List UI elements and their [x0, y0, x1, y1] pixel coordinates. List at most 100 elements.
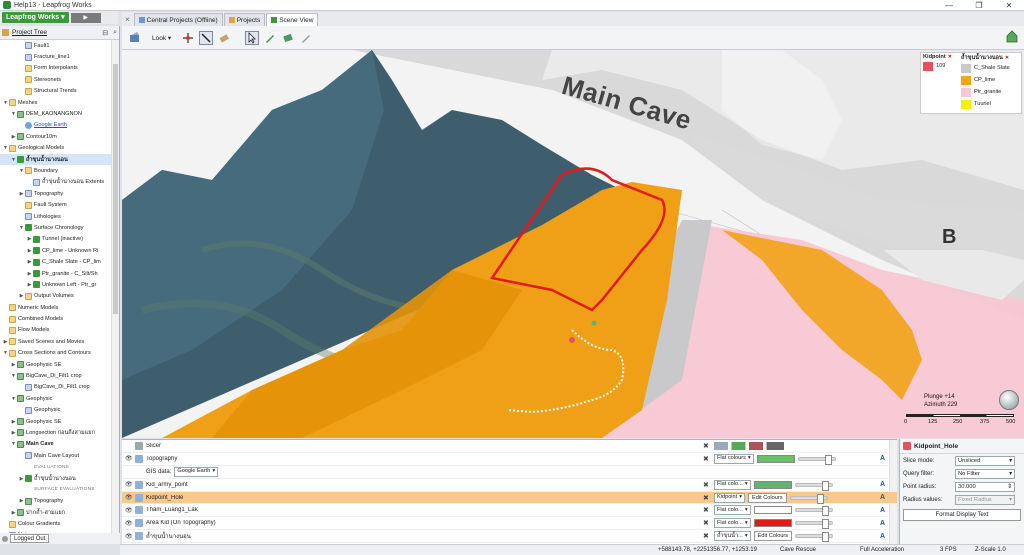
erase-pencil-icon[interactable] — [299, 31, 313, 45]
chevron-down-icon[interactable]: ▼ — [18, 168, 25, 174]
chevron-right-icon[interactable]: ▶ — [26, 282, 33, 288]
edit-colours-button[interactable]: Edit Colours — [753, 531, 793, 542]
tree-row[interactable]: ▼ ถ้ำขุนน้ำนางนอน — [0, 153, 112, 166]
tree-row[interactable]: ▶ Ptr_granite - C_Silt/Sh — [0, 268, 112, 279]
tree-row[interactable]: ▶ Saved Scenes and Movies — [0, 336, 112, 347]
tree-row[interactable]: ▶ Unknown Left - Ptr_gr — [0, 279, 112, 290]
maximize-button[interactable]: ❐ — [964, 0, 994, 11]
search-icon[interactable]: ⌕ — [113, 29, 119, 37]
tab-close-all-icon[interactable]: × — [122, 15, 133, 24]
tree-row[interactable]: Flow Models — [0, 325, 112, 336]
chevron-right-icon[interactable]: ▶ — [18, 476, 25, 482]
colour-mode-select[interactable]: Flat colo... ▾ — [714, 518, 751, 529]
layer-row[interactable]: Slicer ✖ — [122, 440, 897, 453]
tree-row[interactable]: ▼ BigCave_Di_Filt1 crop — [0, 370, 112, 381]
tree-scrollbar[interactable] — [111, 40, 119, 533]
tree-row[interactable]: ▼ Cross Sections and Contours — [0, 348, 112, 359]
tree-row[interactable]: ▶ Output Volumes — [0, 291, 112, 302]
acceleration-readout[interactable]: Full Acceleration — [860, 547, 904, 553]
label-text-icon[interactable]: A — [880, 481, 885, 488]
axis-icon[interactable] — [181, 31, 195, 45]
bookmark-view-icon[interactable] — [128, 31, 142, 45]
tree-row[interactable]: Numeric Models — [0, 302, 112, 313]
chevron-right-icon[interactable]: ▶ — [10, 134, 17, 140]
edit-colours-button[interactable]: Edit Colours — [748, 492, 787, 503]
radius-values-select[interactable]: Fixed Radius ▾ — [955, 494, 1015, 505]
paint-icon[interactable] — [281, 31, 295, 45]
remove-layer-icon[interactable]: ✖ — [703, 519, 709, 527]
tree-row[interactable]: Google Earth — [0, 120, 112, 131]
select-pointer-icon[interactable] — [245, 30, 260, 45]
tree-row[interactable]: ▶ CP_lime - Unknown Ri — [0, 245, 112, 256]
colour-mode-select[interactable]: ถ้ำขุนน้ำ... ▾ — [714, 531, 751, 542]
tree-row[interactable]: BigCave_Di_Filt1 crop — [0, 382, 112, 393]
chevron-down-icon[interactable]: ▼ — [10, 373, 17, 379]
layer-row[interactable]: 👁 Kidpoint_Hole ✖ Kidpoint ▾ Edit Colours A — [122, 491, 897, 505]
tree-row[interactable]: Structural Trends — [0, 86, 112, 97]
tree-row[interactable]: ▶ C_Shale Slate - CP_lim — [0, 256, 112, 267]
chevron-down-icon[interactable]: ▼ — [10, 157, 17, 163]
chevron-right-icon[interactable]: ▶ — [10, 362, 17, 368]
remove-layer-icon[interactable]: ✖ — [703, 532, 709, 540]
project-tree[interactable]: Fault1 Fracture_line1 Form Interpolants Ste… — [0, 40, 112, 533]
label-text-icon[interactable]: A — [880, 494, 885, 501]
chevron-down-icon[interactable]: ▼ — [2, 145, 9, 151]
tree-row[interactable]: ▶ Geophysic SE — [0, 359, 112, 370]
tree-row[interactable]: ▼ Main Cave — [0, 439, 112, 450]
transparency-slider[interactable] — [794, 519, 833, 530]
chevron-down-icon[interactable]: ▼ — [10, 396, 17, 402]
minimize-button[interactable]: — — [934, 0, 964, 11]
tree-row[interactable]: Combined Models — [0, 313, 112, 324]
tab-scene-view[interactable]: Scene View — [266, 13, 319, 26]
draw-line-icon[interactable] — [199, 30, 214, 45]
tree-row[interactable]: ถ้ำขุนน้ำนางนอน Extents — [0, 177, 112, 188]
label-text-icon[interactable]: A — [880, 455, 885, 462]
tree-row[interactable]: ▼ Meshes — [0, 97, 112, 108]
label-text-icon[interactable]: A — [880, 533, 885, 540]
tab-central-projects[interactable]: Central Projects (Offline) — [133, 13, 223, 26]
chevron-down-icon[interactable]: ▼ — [10, 441, 17, 447]
tree-row[interactable]: ▶ Geophysic SE — [0, 416, 112, 427]
close-button[interactable]: ✕ — [994, 0, 1024, 11]
look-dropdown[interactable]: Look ▾ — [146, 34, 177, 42]
play-button[interactable]: ▶ — [70, 12, 101, 23]
scene-view[interactable]: Main Cave B Kidpoint ✕ 109 ถ้ำขุนน้ำนางนอ… — [122, 50, 1024, 438]
colour-mode-select[interactable]: Flat colo... ▾ — [714, 479, 751, 490]
transparency-slider[interactable] — [794, 506, 833, 517]
tree-row[interactable]: SURFACE EVALUATIONS — [0, 484, 112, 495]
layer-row[interactable]: GIS data: Google Earth ▾ — [122, 466, 897, 479]
layer-row[interactable]: 👁 Topography ✖ Flat colours ▾ A — [122, 453, 897, 466]
visibility-eye-icon[interactable]: 👁 — [125, 507, 135, 514]
tree-row[interactable]: ▶ Contour10m — [0, 131, 112, 142]
transparency-slider[interactable] — [789, 493, 828, 504]
tree-row[interactable]: Lithologies — [0, 211, 112, 222]
ruler-icon[interactable] — [217, 31, 231, 45]
chevron-right-icon[interactable]: ▶ — [10, 430, 17, 436]
visibility-eye-icon[interactable]: 👁 — [125, 533, 135, 540]
transparency-slider[interactable] — [795, 532, 834, 543]
leapfrog-works-menu[interactable]: Leapfrog Works ▾ — [2, 12, 69, 23]
legend-close-icon[interactable]: ✕ — [948, 54, 952, 60]
tree-row[interactable]: Form Interpolants — [0, 63, 112, 74]
visibility-eye-icon[interactable]: 👁 — [125, 520, 135, 527]
chevron-down-icon[interactable]: ▼ — [18, 225, 25, 231]
tree-row[interactable]: Main Cave Layout — [0, 450, 112, 461]
remove-layer-icon[interactable]: ✖ — [703, 481, 709, 489]
chevron-down-icon[interactable]: ▼ — [10, 111, 17, 117]
scrollbar-thumb[interactable] — [113, 64, 118, 314]
colour-swatch[interactable] — [756, 454, 795, 463]
point-radius-input[interactable]: 30.000 ⇕ — [955, 481, 1015, 492]
tree-row[interactable]: ▶ ถ้ำขุนน้ำนางนอน — [0, 473, 112, 484]
chevron-right-icon[interactable]: ▶ — [26, 271, 33, 277]
slice-mode-select[interactable]: Unsliced ▾ — [955, 455, 1015, 466]
chevron-right-icon[interactable]: ▶ — [26, 248, 33, 254]
layer-row[interactable]: 👁 Kid_army_point ✖ Flat colo... ▾ A — [122, 479, 897, 492]
layer-row[interactable]: 👁 Tham_Luang1_Lak ✖ Flat colo... ▾ A — [122, 505, 897, 518]
tree-row[interactable]: ▼ Surface Chronology — [0, 222, 112, 233]
project-tree-title[interactable]: Project Tree — [12, 29, 47, 36]
remove-layer-icon[interactable]: ✖ — [703, 442, 709, 450]
tree-row[interactable]: Fracture_line1 — [0, 51, 112, 62]
remove-layer-icon[interactable]: ✖ — [703, 455, 709, 463]
chevron-right-icon[interactable]: ▶ — [2, 339, 9, 345]
tab-projects[interactable]: Projects — [223, 13, 266, 26]
